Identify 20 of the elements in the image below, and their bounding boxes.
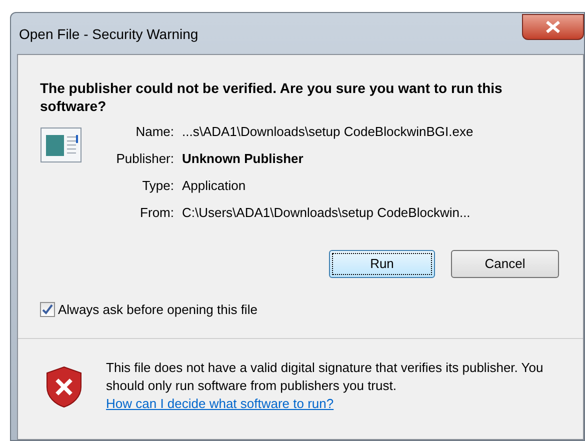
warning-heading: The publisher could not be verified. Are you sure you want to run this software?: [40, 79, 504, 115]
close-button[interactable]: [522, 14, 584, 40]
warning-message: This file does not have a valid digital signature that verifies its publisher. You should only run software from publishers you trust.: [106, 358, 544, 394]
field-value: ...s\ADA1\Downloads\setup CodeBlockwinBGI.exe: [182, 123, 474, 141]
error-shield-icon: [44, 364, 84, 408]
application-icon: [40, 127, 82, 163]
field-value: Application: [182, 177, 247, 195]
close-icon: [545, 21, 561, 33]
field-value: C:\Users\ADA1\Downloads\setup CodeBlockwin...: [182, 204, 472, 222]
checkbox[interactable]: [40, 302, 55, 318]
field-label: Publisher:: [115, 150, 174, 168]
dialog-button[interactable]: Run: [329, 250, 435, 278]
help-link[interactable]: How can I decide what software to run?: [106, 396, 334, 410]
dialog-button[interactable]: Cancel: [451, 250, 559, 278]
field-label: Type:: [141, 177, 174, 195]
field-label: Name:: [134, 123, 174, 141]
window-title: Open File - Security Warning: [19, 25, 198, 44]
field-label: From:: [139, 204, 174, 222]
field-value: Unknown Publisher: [182, 150, 304, 168]
checkbox-label: Always ask before opening this file: [58, 301, 258, 319]
